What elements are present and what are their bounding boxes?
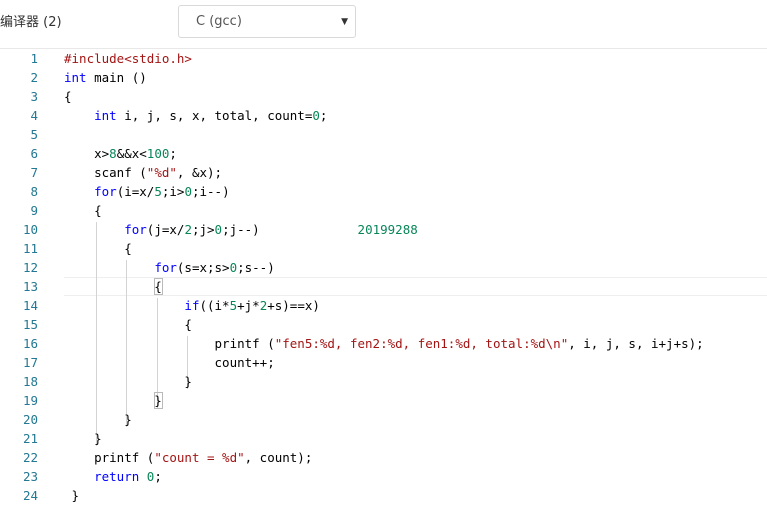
code-line: { bbox=[64, 89, 72, 104]
code-line: { bbox=[64, 241, 132, 256]
code-editor[interactable]: 1 #include<stdio.h> 2 int main () 3 {4 int i,… bbox=[0, 49, 767, 509]
code-line: count++; bbox=[64, 355, 275, 370]
code-line: x>8&&x<100; bbox=[64, 146, 177, 161]
code-line: for(i=x/5;i>0;i--) bbox=[94, 184, 230, 199]
code-line: } bbox=[64, 393, 162, 408]
compiler-label: 编译器 (2) bbox=[0, 15, 62, 30]
code-line: scanf ("%d", &x); bbox=[64, 165, 223, 180]
current-line-highlight bbox=[64, 277, 767, 296]
code-line: } bbox=[64, 431, 102, 446]
caret-down-icon: ▼ bbox=[341, 17, 348, 27]
code-line: printf ("fen5:%d, fen2:%d, fen1:%d, tota… bbox=[64, 336, 704, 351]
line-number: 4 bbox=[30, 108, 38, 123]
bracket-match-highlight bbox=[153, 278, 164, 295]
code-line: for(j=x/2;j>0;j--) 20199288 bbox=[124, 222, 418, 237]
line-number: 3 bbox=[30, 89, 38, 104]
code-line: } bbox=[64, 488, 80, 503]
language-select-value: C (gcc) bbox=[196, 14, 242, 29]
code-line: return 0; bbox=[94, 469, 162, 484]
line-number: 13 bbox=[22, 279, 38, 294]
line-number: 1 bbox=[30, 51, 38, 66]
line-number: 15 bbox=[22, 317, 38, 332]
line-number: 23 bbox=[22, 469, 38, 484]
line-number: 8 bbox=[30, 184, 38, 199]
line-number: 11 bbox=[22, 241, 38, 256]
line-number: 18 bbox=[22, 374, 38, 389]
code-line: { bbox=[64, 279, 162, 294]
code-line: if((i*5+j*2+s)==x) bbox=[184, 298, 320, 313]
code-line: } bbox=[64, 374, 192, 389]
bracket-match-highlight bbox=[153, 392, 164, 409]
line-number: 16 bbox=[22, 336, 38, 351]
code-line: for(s=x;s>0;s--) bbox=[154, 260, 275, 275]
code-line: { bbox=[64, 317, 192, 332]
line-number: 2 bbox=[30, 70, 38, 85]
line-number: 7 bbox=[30, 165, 38, 180]
line-number: 17 bbox=[22, 355, 38, 370]
code-line: int main () bbox=[64, 70, 147, 85]
line-number: 19 bbox=[22, 393, 38, 408]
language-select[interactable]: C (gcc) ▼ bbox=[178, 5, 356, 38]
line-number: 10 bbox=[22, 222, 38, 237]
line-number: 21 bbox=[22, 431, 38, 446]
line-number: 6 bbox=[30, 146, 38, 161]
code-line: } bbox=[64, 412, 132, 427]
code-line: printf ("count = %d", count); bbox=[64, 450, 313, 465]
code-line: int i, j, s, x, total, count=0; bbox=[94, 108, 328, 123]
line-number: 5 bbox=[30, 127, 38, 142]
line-number: 12 bbox=[22, 260, 38, 275]
code-line: { bbox=[64, 203, 102, 218]
editor-toolbar: 编译器 (2) C (gcc) ▼ bbox=[0, 0, 767, 48]
line-number: 9 bbox=[30, 203, 38, 218]
line-number: 14 bbox=[22, 298, 38, 313]
code-line: #include<stdio.h> bbox=[64, 51, 192, 66]
line-number: 20 bbox=[22, 412, 38, 427]
line-number: 22 bbox=[22, 450, 38, 465]
line-number: 24 bbox=[22, 488, 38, 503]
